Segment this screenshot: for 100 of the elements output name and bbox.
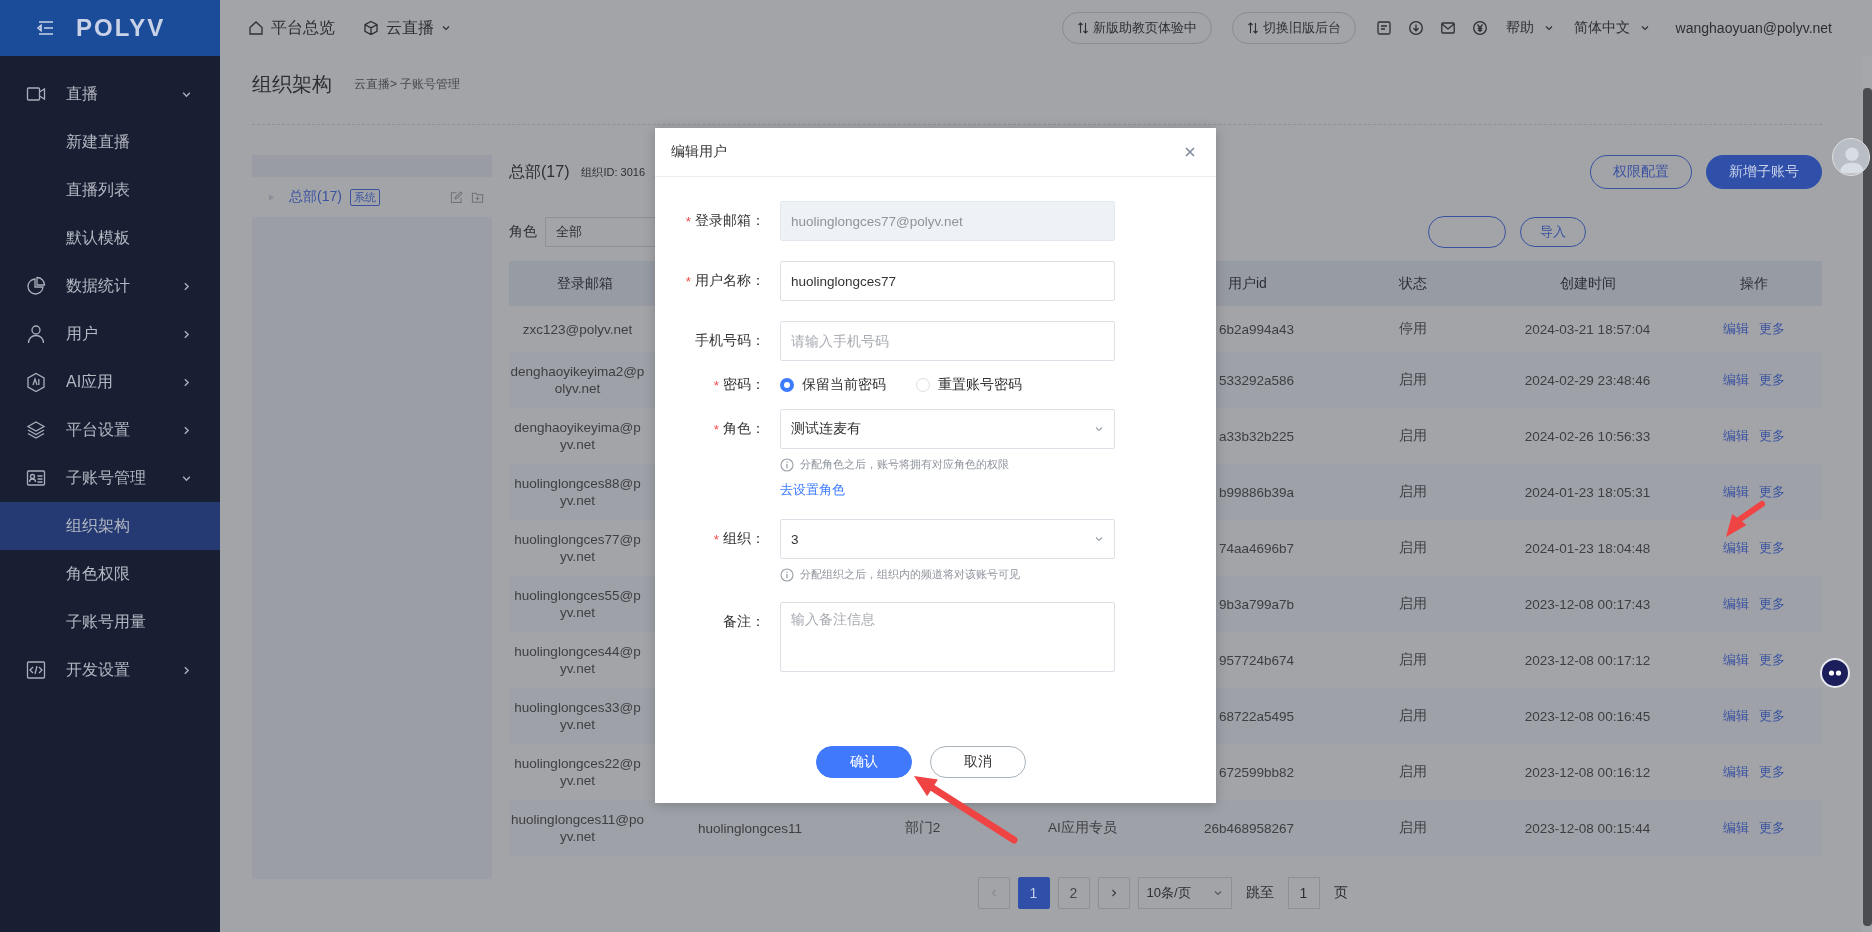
action-link[interactable]: 更多 bbox=[1758, 427, 1785, 445]
code-icon bbox=[26, 660, 46, 680]
table-cell: 2024-01-23 18:05:31 bbox=[1524, 484, 1651, 500]
action-link[interactable]: 更多 bbox=[1758, 707, 1785, 725]
select-field[interactable]: 测试连麦有 bbox=[780, 409, 1115, 449]
hexagon-icon bbox=[26, 372, 46, 392]
column-header: 登录邮箱 bbox=[555, 273, 614, 293]
download-icon[interactable] bbox=[1407, 20, 1424, 36]
sidebar-item[interactable]: 数据统计 bbox=[0, 262, 220, 310]
avatar-icon[interactable] bbox=[1832, 138, 1870, 176]
sidebar-item[interactable]: 默认模板 bbox=[0, 214, 220, 262]
field-label: 备注： bbox=[723, 613, 765, 631]
table-cell: 启用 bbox=[1398, 539, 1427, 557]
caret-icon bbox=[1094, 534, 1104, 544]
action-button[interactable]: 新增子账号 bbox=[1706, 155, 1822, 189]
assistant-icon[interactable] bbox=[1820, 658, 1850, 688]
jump-page-field[interactable]: 1 bbox=[1287, 877, 1320, 909]
nav-link[interactable]: 平台总览 bbox=[248, 17, 335, 39]
sidebar-item[interactable]: 直播列表 bbox=[0, 166, 220, 214]
sidebar-item[interactable]: 直播 bbox=[0, 70, 220, 118]
close-icon[interactable] bbox=[1184, 146, 1196, 158]
table-cell: 2024-03-21 18:57:04 bbox=[1524, 321, 1651, 337]
document-icon[interactable] bbox=[1375, 20, 1392, 36]
sidebar-item[interactable]: 开发设置 bbox=[0, 646, 220, 694]
action-link[interactable]: 编辑 bbox=[1722, 763, 1749, 781]
action-link[interactable]: 编辑 bbox=[1722, 819, 1749, 837]
page-button[interactable]: 2 bbox=[1057, 877, 1090, 909]
org-title: 总部(17) bbox=[509, 161, 570, 182]
field-label: 角色： bbox=[723, 420, 765, 438]
table-cell-text: 533292a586 bbox=[1218, 372, 1295, 388]
sidebar-item[interactable]: 平台设置 bbox=[0, 406, 220, 454]
field-label: 密码： bbox=[723, 376, 765, 394]
add-folder-icon[interactable] bbox=[471, 190, 484, 204]
action-link[interactable]: 更多 bbox=[1758, 483, 1785, 501]
table-cell-text: huolinglongces77@p yv.net bbox=[514, 531, 642, 565]
action-link[interactable]: 更多 bbox=[1758, 595, 1785, 613]
action-link[interactable]: 更多 bbox=[1758, 320, 1785, 338]
caret-icon bbox=[1639, 23, 1650, 33]
annotation-arrow bbox=[1726, 501, 1765, 537]
field-label: 组织： bbox=[723, 530, 765, 548]
action-link[interactable]: 编辑 bbox=[1722, 595, 1749, 613]
action-link[interactable]: 更多 bbox=[1758, 763, 1785, 781]
sidebar-item[interactable]: 子账号管理 bbox=[0, 454, 220, 502]
layers-icon bbox=[26, 420, 46, 440]
column-header: 创建时间 bbox=[1558, 273, 1617, 293]
table-cell-text: 26b468958267 bbox=[1203, 820, 1295, 836]
table-cell-text: denghaoyikeyima2@p olyv.net bbox=[510, 363, 646, 397]
info-icon bbox=[780, 457, 794, 472]
nav-link[interactable]: 云直播 bbox=[363, 17, 451, 39]
cube-icon bbox=[363, 20, 379, 36]
radio-option[interactable]: 重置账号密码 bbox=[916, 376, 1022, 394]
sidebar-item[interactable]: 用户 bbox=[0, 310, 220, 358]
dialog-button[interactable]: 确认 bbox=[815, 746, 912, 778]
page-button[interactable]: 1 bbox=[1017, 877, 1050, 909]
user-account[interactable]: wanghaoyuan@polyv.net bbox=[1675, 20, 1832, 36]
table-cell: 启用 bbox=[1398, 651, 1427, 669]
radio-option[interactable]: 保留当前密码 bbox=[780, 376, 886, 394]
action-link[interactable]: 更多 bbox=[1758, 371, 1785, 389]
radio-button[interactable] bbox=[780, 378, 794, 392]
action-link[interactable]: 更多 bbox=[1758, 819, 1785, 837]
sidebar-item[interactable]: 子账号用量 bbox=[0, 598, 220, 646]
action-link[interactable]: 更多 bbox=[1758, 539, 1785, 557]
input-field[interactable]: 请输入手机号码 bbox=[780, 321, 1115, 361]
table-cell: huolinglongces11 bbox=[697, 820, 803, 836]
sidebar-item[interactable]: 新建直播 bbox=[0, 118, 220, 166]
action-link[interactable]: 更多 bbox=[1758, 651, 1785, 669]
input-field[interactable]: huolinglongces77 bbox=[780, 261, 1115, 301]
sidebar-item[interactable]: AI应用 bbox=[0, 358, 220, 406]
required-mark: * bbox=[713, 421, 719, 437]
camera-icon bbox=[26, 84, 46, 104]
dropdown-menu[interactable]: 帮助 bbox=[1505, 19, 1554, 37]
action-link[interactable]: 编辑 bbox=[1722, 320, 1749, 338]
action-link[interactable]: 编辑 bbox=[1722, 539, 1749, 557]
table-cell: AI应用专员 bbox=[1048, 819, 1117, 837]
table-cell: 启用 bbox=[1398, 427, 1427, 445]
tree-item[interactable]: 总部(17) bbox=[289, 188, 342, 206]
menu-icon[interactable] bbox=[36, 20, 56, 36]
action-link[interactable]: 编辑 bbox=[1722, 371, 1749, 389]
hint-text: 分配组织之后，组织内的频道将对该账号可见 bbox=[800, 567, 1020, 582]
remark-field[interactable]: 输入备注信息 bbox=[780, 602, 1115, 672]
column-header: 用户id bbox=[1227, 273, 1268, 293]
dropdown-menu[interactable]: 简体中文 bbox=[1573, 19, 1650, 37]
sidebar-item[interactable]: 角色权限 bbox=[0, 550, 220, 598]
set-role-link[interactable]: 去设置角色 bbox=[780, 482, 845, 499]
action-link[interactable]: 编辑 bbox=[1722, 427, 1749, 445]
action-link[interactable]: 编辑 bbox=[1722, 651, 1749, 669]
swap-icon bbox=[1076, 22, 1089, 34]
sidebar-item[interactable]: 组织架构 bbox=[0, 502, 220, 550]
yen-icon[interactable] bbox=[1471, 20, 1488, 36]
action-link[interactable]: 编辑 bbox=[1722, 483, 1749, 501]
page-size-select[interactable]: 10条/页 bbox=[1137, 877, 1232, 909]
jump-label: 跳至 bbox=[1245, 884, 1274, 902]
mail-icon[interactable] bbox=[1439, 20, 1456, 36]
select-field[interactable]: 3 bbox=[780, 519, 1115, 559]
table-cell: 2023-12-08 00:16:45 bbox=[1524, 708, 1651, 724]
action-link[interactable]: 编辑 bbox=[1722, 707, 1749, 725]
dialog-button[interactable]: 取消 bbox=[929, 746, 1026, 778]
edit-icon[interactable] bbox=[450, 190, 463, 204]
table-cell: 启用 bbox=[1398, 483, 1427, 501]
home-icon bbox=[248, 20, 264, 36]
